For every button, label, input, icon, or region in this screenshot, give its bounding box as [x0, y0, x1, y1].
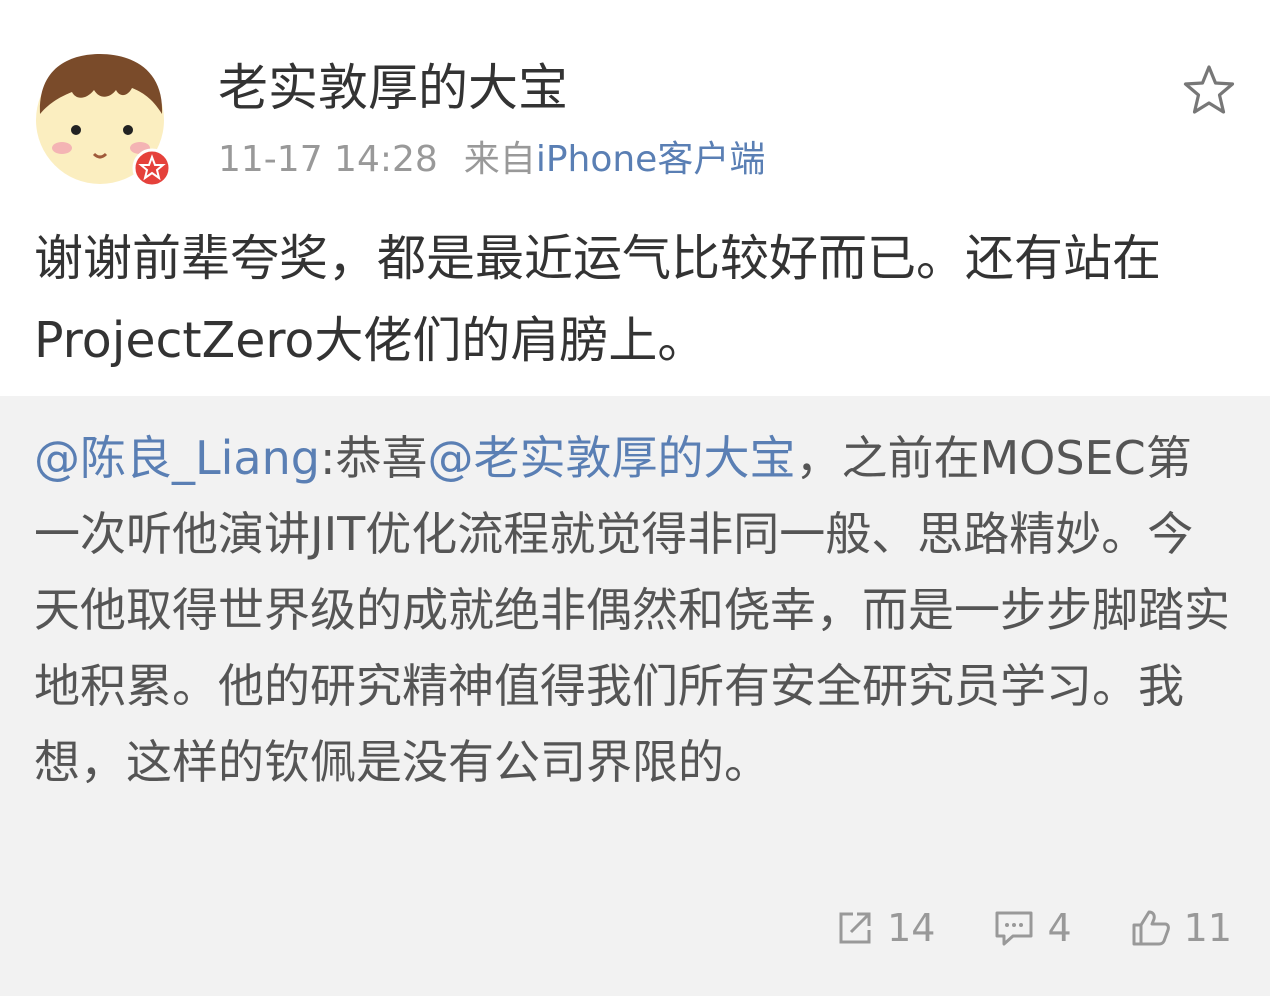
repost-card[interactable]: @陈良_Liang:恭喜@老实敦厚的大宝，之前在MOSEC第一次听他演讲JIT优… [0, 396, 1270, 996]
share-icon [835, 908, 875, 948]
post-meta: 11-17 14:28 来自iPhone客户端 [218, 138, 765, 182]
avatar[interactable] [32, 48, 172, 188]
post-timestamp: 11-17 14:28 [218, 139, 438, 180]
post-author-name[interactable]: 老实敦厚的大宝 [218, 58, 568, 118]
comment-button[interactable]: 4 [993, 906, 1072, 950]
repost-colon: : [319, 431, 336, 485]
favorite-button[interactable] [1180, 62, 1238, 120]
post-source-link[interactable]: iPhone客户端 [536, 139, 766, 180]
star-outline-icon [1183, 65, 1235, 114]
repost-text-part1: 恭喜 [335, 431, 428, 485]
share-count: 14 [887, 906, 936, 950]
post-source-prefix: 来自 [463, 139, 536, 180]
repost-body: @陈良_Liang:恭喜@老实敦厚的大宝，之前在MOSEC第一次听他演讲JIT优… [34, 420, 1234, 800]
repost-author-mention[interactable]: @陈良_Liang [34, 431, 320, 485]
repost-action-bar: 14 4 11 [835, 898, 1232, 958]
red-badge-icon [132, 148, 172, 188]
like-button[interactable]: 11 [1130, 906, 1232, 950]
repost-user-mention[interactable]: @老实敦厚的大宝 [427, 431, 795, 485]
comment-icon [993, 908, 1035, 948]
comment-count: 4 [1047, 906, 1072, 950]
like-count: 11 [1183, 906, 1232, 950]
post-body: 谢谢前辈夸奖，都是最近运气比较好而已。还有站在ProjectZero大佬们的肩膀… [34, 230, 1162, 369]
thumbs-up-icon [1130, 907, 1172, 949]
weibo-post: 老实敦厚的大宝 11-17 14:28 来自iPhone客户端 谢谢前辈夸奖，都是… [0, 0, 1270, 996]
share-button[interactable]: 14 [835, 906, 935, 950]
